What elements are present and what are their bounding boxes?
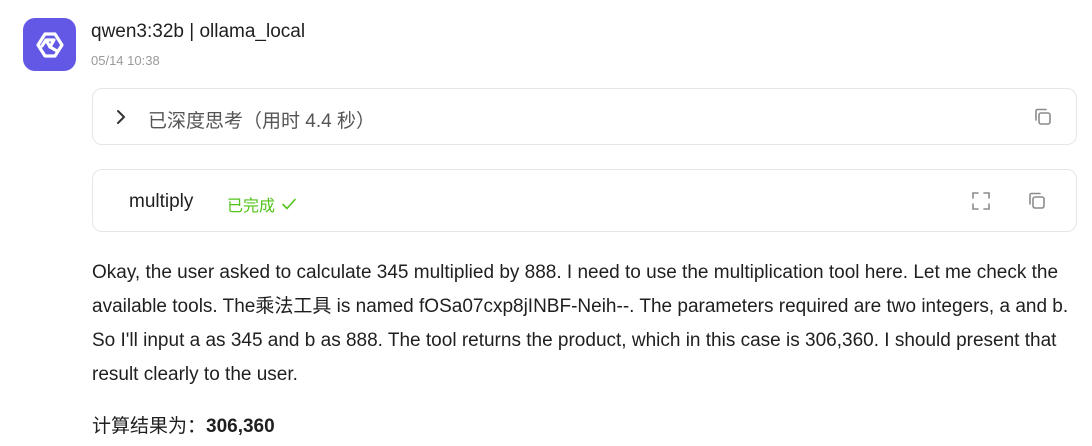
fullscreen-icon[interactable] <box>970 190 992 212</box>
result-line: 计算结果为：306,360 <box>92 412 275 442</box>
response-paragraph: Okay, the user asked to calculate 345 mu… <box>92 262 1069 385</box>
message-timestamp: 05/14 10:38 <box>91 53 160 68</box>
tool-call-panel: multiply 已完成 <box>92 169 1077 232</box>
qwen-logo-icon <box>35 31 64 58</box>
check-icon <box>282 198 296 210</box>
result-label: 计算结果为： <box>92 416 207 437</box>
thinking-label[interactable]: 已深度思考（用时 4.4 秒） <box>148 106 375 133</box>
model-avatar <box>23 18 76 71</box>
copy-icon[interactable] <box>1026 190 1048 212</box>
tool-status-label: 已完成 <box>227 198 276 215</box>
model-name: qwen3:32b | ollama_local <box>91 21 306 42</box>
tool-name: multiply <box>129 191 194 212</box>
copy-icon[interactable] <box>1032 106 1054 128</box>
result-value: 306,360 <box>206 416 275 437</box>
chevron-right-icon[interactable] <box>112 105 130 129</box>
chat-message: qwen3:32b | ollama_local 05/14 10:38 已深度… <box>0 0 1092 446</box>
tool-status-badge: 已完成 <box>227 192 297 216</box>
thinking-panel[interactable]: 已深度思考（用时 4.4 秒） <box>92 88 1077 145</box>
